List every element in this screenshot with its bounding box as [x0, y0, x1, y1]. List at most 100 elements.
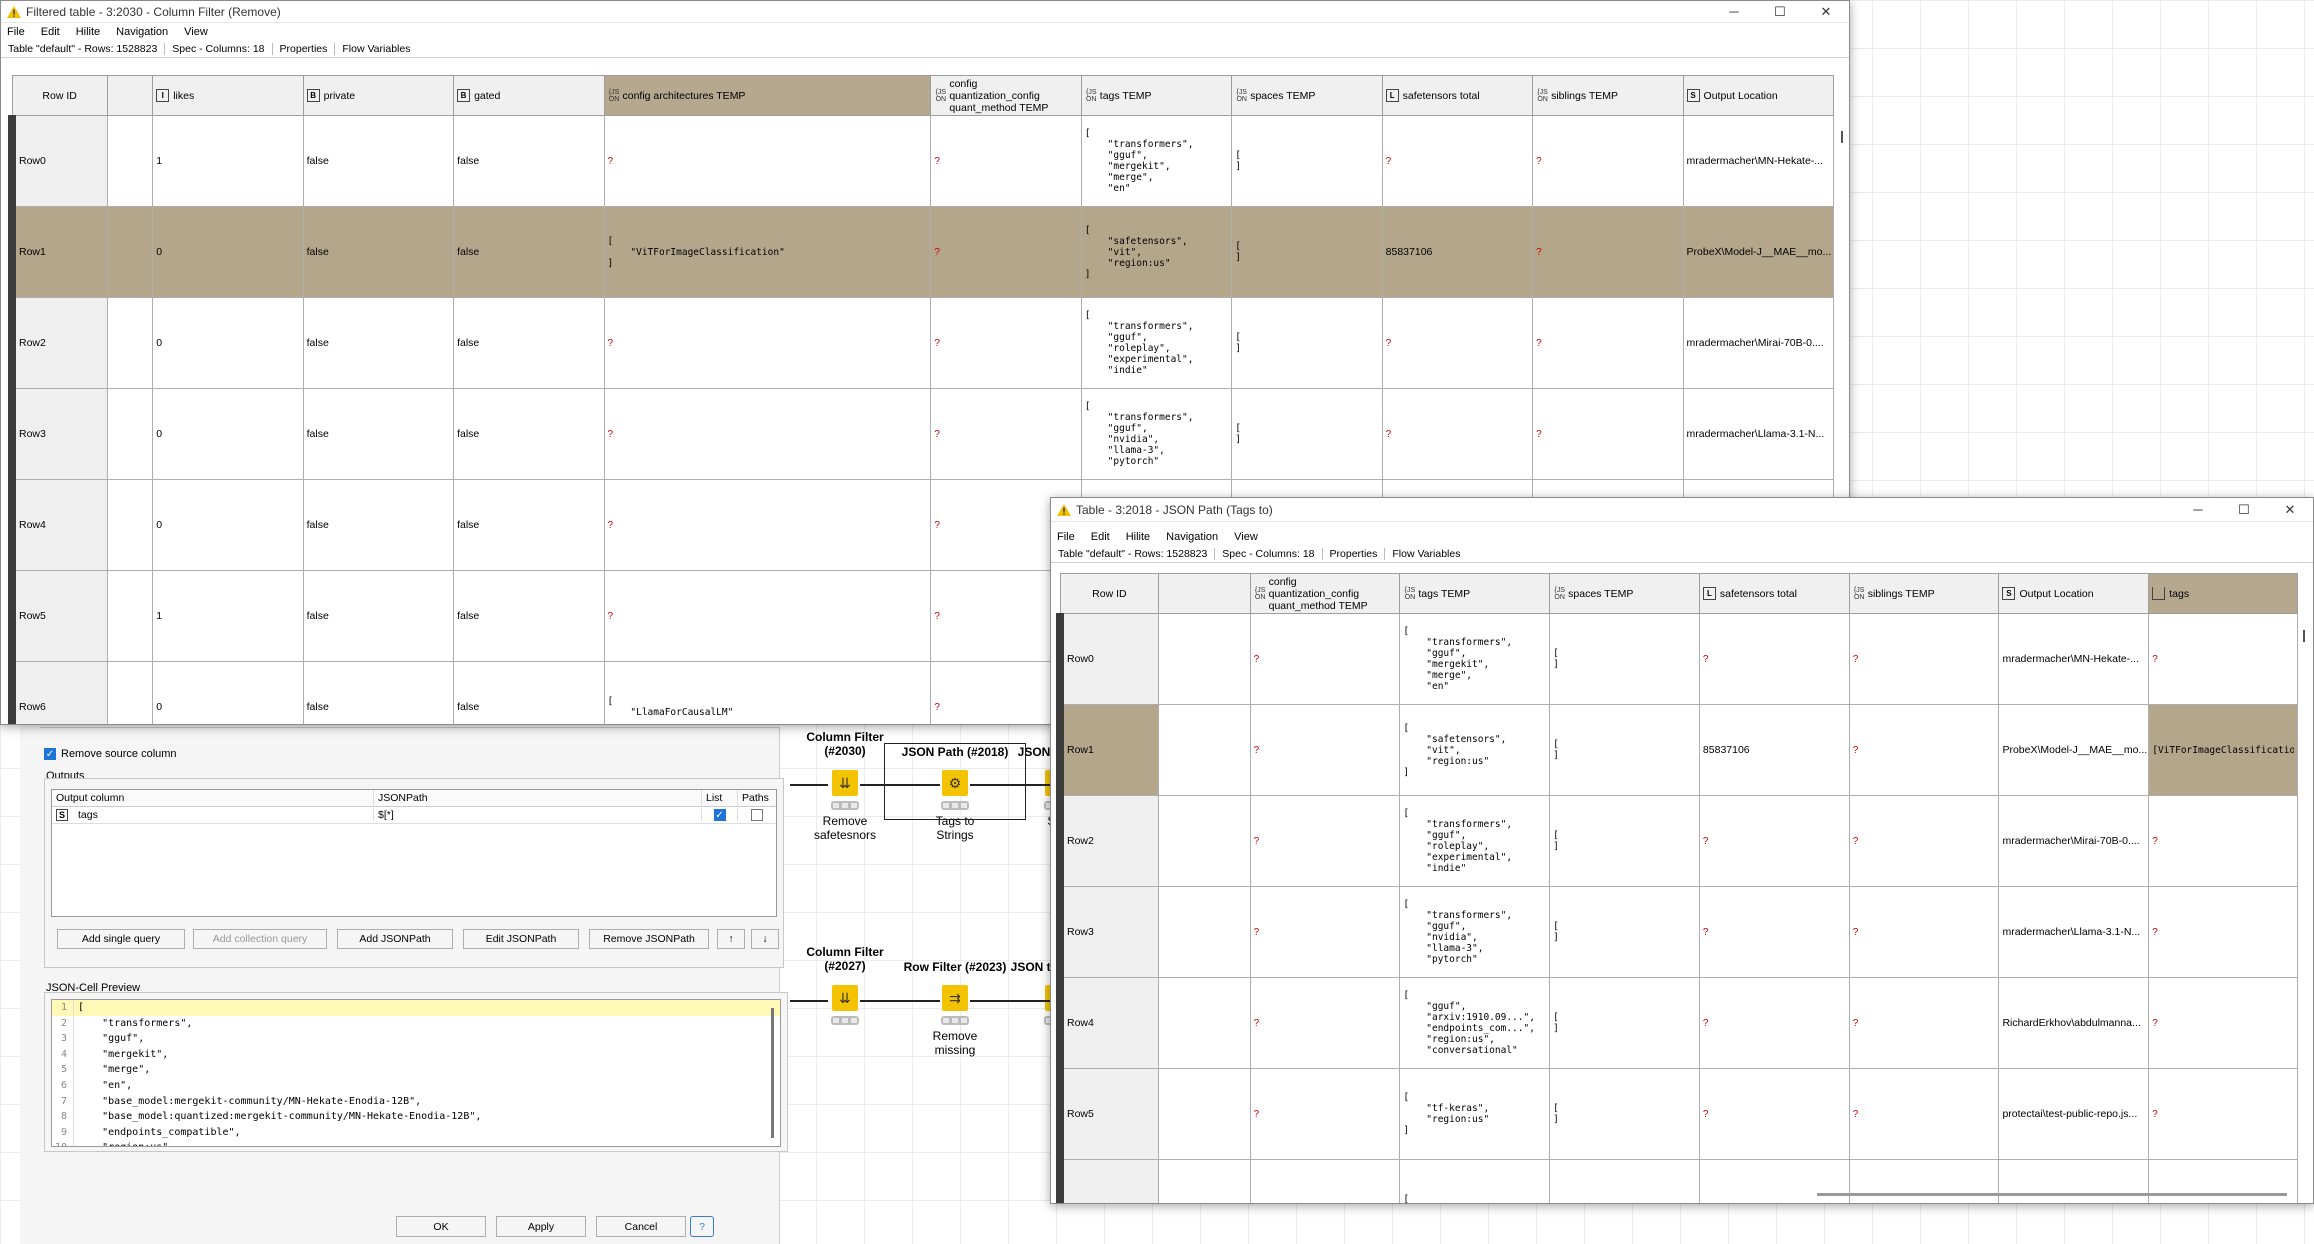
move-up-button[interactable]: ↑ — [717, 929, 745, 949]
column-header[interactable]: Bprivate — [302, 75, 455, 116]
row-id[interactable]: Row2 — [7, 297, 108, 389]
workflow-node-icon[interactable]: ⇉ — [942, 985, 968, 1011]
tab-properties[interactable]: Properties — [277, 43, 331, 55]
json-cell[interactable]: [ "transformers", "gguf", "roleplay", "e… — [1085, 310, 1228, 376]
outputs-table[interactable]: Output column JSONPath List Paths S tags… — [51, 789, 777, 917]
json-cell[interactable]: [ ] — [1553, 648, 1696, 670]
row-id[interactable]: Row1 — [1056, 704, 1160, 796]
maximize-icon[interactable]: ☐ — [2221, 499, 2267, 521]
row-id[interactable]: Row1 — [7, 206, 108, 298]
tab-flow-variables[interactable]: Flow Variables — [339, 43, 413, 55]
workflow-node-label[interactable]: Remove missing — [897, 1029, 1013, 1057]
table-row[interactable]: [ "transformers", — [1056, 1159, 2298, 1203]
json-cell[interactable]: [ ] — [1553, 1103, 1696, 1125]
workflow-node-icon[interactable]: ⇊ — [832, 985, 858, 1011]
column-header[interactable]: {JS ON spaces TEMP — [1231, 75, 1383, 116]
tab-table[interactable]: Table "default" - Rows: 1528823 — [5, 43, 160, 55]
row-id[interactable]: Row4 — [7, 479, 108, 571]
json-cell[interactable]: [ "transformers", "gguf", "nvidia", "lla… — [1403, 899, 1546, 965]
json-cell[interactable]: [ViTForImageClassification] — [2152, 745, 2294, 756]
json-cell[interactable]: [ ] — [1235, 150, 1378, 172]
json-cell[interactable]: [ "transformers", "gguf", "nvidia", "lla… — [1085, 401, 1228, 467]
row-id[interactable]: Row3 — [1056, 886, 1160, 978]
json-cell[interactable]: [ "ViTForImageClassification" ] — [608, 236, 928, 269]
tab-properties[interactable]: Properties — [1327, 548, 1381, 560]
json-cell[interactable]: [ "transformers", "gguf", "mergekit", "m… — [1085, 128, 1228, 194]
json-cell[interactable]: [ ] — [1553, 830, 1696, 852]
table-row[interactable]: Row3 0 false false??[ "transformers", "gguf… — [7, 388, 1835, 480]
json-cell[interactable]: [ "gguf", "arxiv:1910.09...", "endpoints… — [1403, 990, 1546, 1056]
json-cell[interactable]: [ ] — [1553, 1012, 1696, 1034]
cancel-button[interactable]: Cancel — [596, 1216, 686, 1237]
tab-table[interactable]: Table "default" - Rows: 1528823 — [1055, 548, 1210, 560]
vertical-scrollbar[interactable] — [2303, 630, 2305, 642]
column-header[interactable]: S Output Location — [1998, 573, 2150, 614]
apply-button[interactable]: Apply — [496, 1216, 586, 1237]
json-cell[interactable]: [ "safetensors", "vit", "region:us" ] — [1403, 723, 1546, 778]
row-id[interactable]: Row5 — [1056, 1068, 1160, 1160]
column-header[interactable]: S Output Location — [1682, 75, 1835, 116]
column-header[interactable]: Ilikes — [152, 75, 304, 116]
row-id[interactable]: Row0 — [1056, 613, 1160, 705]
column-header[interactable]: {JS ON tags TEMP — [1080, 75, 1233, 116]
json-cell[interactable]: [ ] — [1553, 739, 1696, 761]
column-header[interactable]: Lsafetensors total — [1381, 75, 1534, 116]
remove-jsonpath-button[interactable]: Remove JSONPath — [589, 929, 709, 949]
json-cell[interactable]: [ ] — [1553, 921, 1696, 943]
column-header[interactable]: {JS ONconfig quantization_config quant_me… — [930, 75, 1082, 116]
json-cell[interactable]: [ "LlamaForCausalLM" — [608, 696, 928, 718]
list-checkbox[interactable]: ✓ — [713, 809, 726, 822]
menu-file[interactable]: File — [5, 26, 27, 38]
menu-hilite[interactable]: Hilite — [1124, 531, 1152, 543]
json-cell[interactable]: [ ] — [1235, 423, 1378, 445]
row-id[interactable]: Row6 — [7, 661, 108, 724]
json-cell[interactable]: [ ] — [1235, 332, 1378, 354]
minimize-icon[interactable]: ─ — [1711, 1, 1757, 23]
output-column-name[interactable]: tags — [78, 809, 98, 821]
add-collection-query-button[interactable]: Add collection query — [193, 929, 327, 949]
column-header[interactable]: tags — [2148, 573, 2298, 614]
menu-navigation[interactable]: Navigation — [114, 26, 170, 38]
vertical-scrollbar[interactable] — [1841, 131, 1843, 143]
table-row[interactable]: Row2 0 false false??[ "transformers", "gguf… — [7, 297, 1835, 389]
menu-edit[interactable]: Edit — [1089, 531, 1112, 543]
row-id[interactable]: Row3 — [7, 388, 108, 480]
row-id[interactable]: Row5 — [7, 570, 108, 662]
row-id[interactable]: Row4 — [1056, 977, 1160, 1069]
menu-file[interactable]: File — [1055, 531, 1077, 543]
column-header[interactable]: {JS ON config architectures TEMP — [603, 75, 932, 116]
json-cell[interactable]: [ "tf-keras", "region:us" ] — [1403, 1092, 1546, 1136]
window-titlebar[interactable]: Filtered table - 3:2030 - Column Filter … — [1, 1, 1849, 23]
move-down-button[interactable]: ↓ — [751, 929, 779, 949]
paths-checkbox[interactable] — [751, 809, 763, 822]
tab-spec[interactable]: Spec - Columns: 18 — [1219, 548, 1317, 560]
column-header[interactable]: {JS ONconfig quantization_config quant_me… — [1249, 573, 1401, 614]
row-id[interactable]: Row2 — [1056, 795, 1160, 887]
add-single-query-button[interactable]: Add single query — [57, 929, 185, 949]
preview-scrollbar[interactable] — [771, 1008, 774, 1138]
column-header[interactable]: {JS ON siblings TEMP — [1848, 573, 2000, 614]
table-row[interactable]: Row1 0 false false[ "ViTForImageClassificat… — [7, 206, 1835, 298]
menu-view[interactable]: View — [1232, 531, 1260, 543]
menu-navigation[interactable]: Navigation — [1164, 531, 1220, 543]
ok-button[interactable]: OK — [396, 1216, 486, 1237]
output-jsonpath[interactable]: $[*] — [374, 809, 702, 821]
json-cell[interactable]: [ "transformers", "gguf", "roleplay", "e… — [1403, 808, 1546, 874]
row-id[interactable]: Row0 — [7, 115, 108, 207]
menu-hilite[interactable]: Hilite — [74, 26, 102, 38]
outputs-row[interactable]: S tags $[*] ✓ — [52, 807, 776, 824]
column-header[interactable] — [1158, 573, 1251, 614]
add-jsonpath-button[interactable]: Add JSONPath — [337, 929, 453, 949]
row-id[interactable] — [1056, 1159, 1160, 1203]
horizontal-scrollbar[interactable] — [1817, 1193, 2287, 1196]
table-row[interactable]: Row0? [ "transformers", "gguf", "mergekit… — [1056, 613, 2298, 705]
close-icon[interactable]: ✕ — [2267, 499, 2313, 521]
minimize-icon[interactable]: ─ — [2175, 499, 2221, 521]
help-icon[interactable]: ? — [690, 1216, 714, 1237]
json-cell[interactable]: [ ] — [1235, 241, 1378, 263]
column-header[interactable]: Row ID — [1059, 573, 1160, 614]
json-cell[interactable]: [ "transformers", — [1403, 1194, 1546, 1203]
remove-source-column-option[interactable]: ✓ Remove source column — [44, 748, 177, 760]
table-row[interactable]: Row5?[ "tf-keras", "region:us" ][ ]?? pro… — [1056, 1068, 2298, 1160]
column-header[interactable]: {JS ON spaces TEMP — [1549, 573, 1700, 614]
